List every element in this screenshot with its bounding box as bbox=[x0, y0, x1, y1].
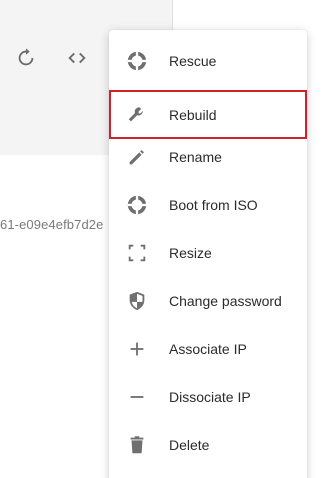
lifebuoy-icon bbox=[125, 193, 149, 217]
menu-item-label: Dissociate IP bbox=[169, 389, 251, 405]
menu-item-change-password[interactable]: Change password bbox=[109, 277, 307, 325]
menu-item-boot-from-iso[interactable]: Boot from ISO bbox=[109, 181, 307, 229]
menu-item-label: Boot from ISO bbox=[169, 197, 258, 213]
refresh-button[interactable] bbox=[14, 46, 38, 70]
menu-item-dissociate-ip[interactable]: Dissociate IP bbox=[109, 373, 307, 421]
code-button[interactable] bbox=[65, 46, 89, 70]
code-icon bbox=[66, 47, 88, 69]
menu-item-label: Rebuild bbox=[169, 106, 217, 123]
minus-icon bbox=[125, 385, 149, 409]
menu-item-rebuild[interactable]: Rebuild bbox=[109, 90, 307, 139]
menu-item-associate-ip[interactable]: Associate IP bbox=[109, 325, 307, 373]
plus-icon bbox=[125, 337, 149, 361]
menu-item-label: Rescue bbox=[169, 53, 217, 69]
menu-item-label: Change password bbox=[169, 293, 282, 309]
trash-icon bbox=[125, 433, 149, 457]
page: 61-e09e4efb7d2e Rescue Rebuild Rename Bo… bbox=[0, 0, 335, 478]
refresh-icon bbox=[15, 47, 37, 69]
resize-icon bbox=[125, 241, 149, 265]
menu-item-rescue[interactable]: Rescue bbox=[109, 37, 307, 85]
wrench-icon bbox=[125, 103, 149, 127]
pencil-icon bbox=[125, 145, 149, 169]
lifebuoy-icon bbox=[125, 49, 149, 73]
menu-item-label: Rename bbox=[169, 149, 222, 165]
menu-item-resize[interactable]: Resize bbox=[109, 229, 307, 277]
server-id-text: 61-e09e4efb7d2e bbox=[0, 217, 104, 232]
shield-icon bbox=[125, 289, 149, 313]
menu-item-rename[interactable]: Rename bbox=[109, 133, 307, 181]
menu-item-label: Associate IP bbox=[169, 341, 247, 357]
actions-dropdown-menu: Rescue Rebuild Rename Boot from ISO Resi… bbox=[109, 30, 307, 478]
menu-item-delete[interactable]: Delete bbox=[109, 421, 307, 469]
menu-item-label: Delete bbox=[169, 437, 210, 453]
menu-item-label: Resize bbox=[169, 245, 212, 261]
